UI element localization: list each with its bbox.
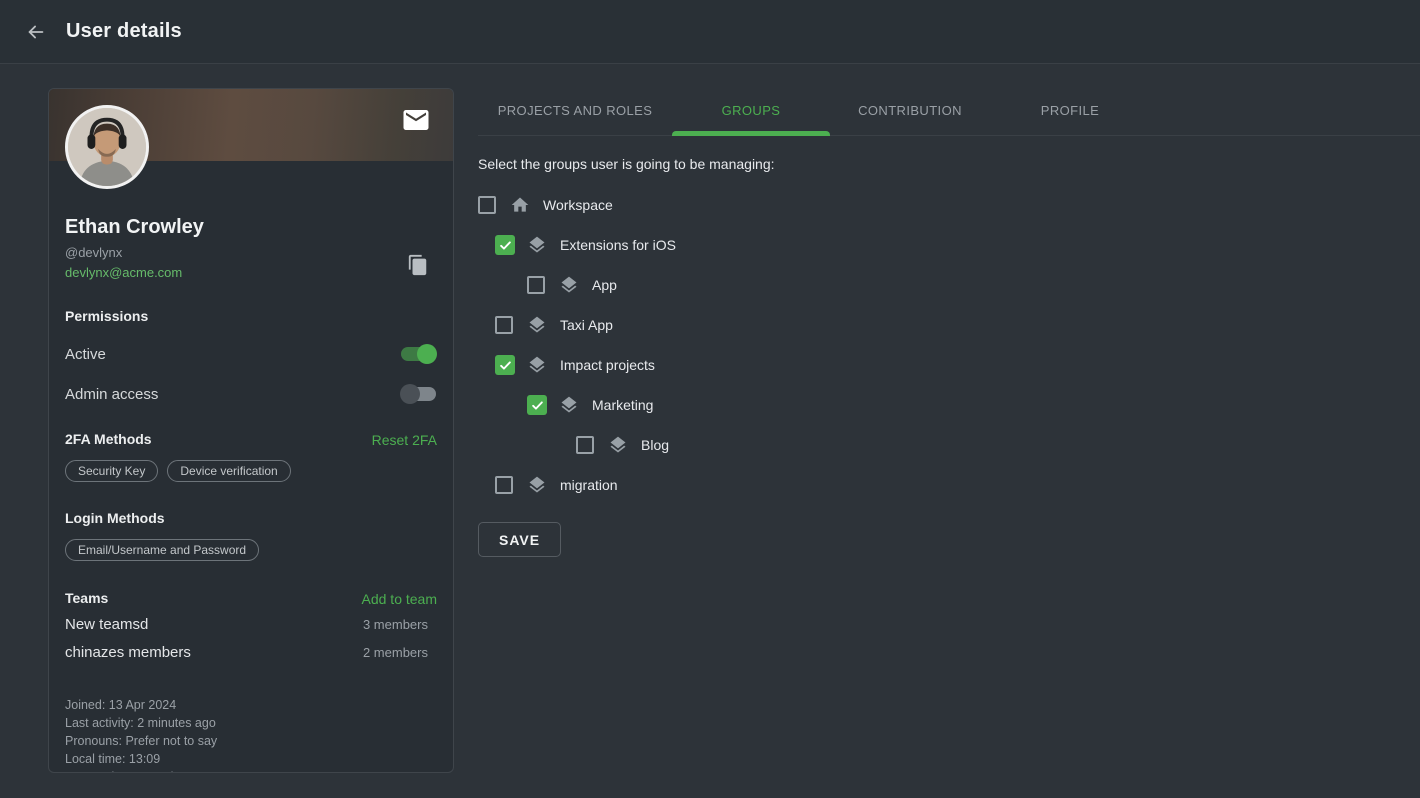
active-toggle[interactable] [400, 344, 437, 364]
tree-row-impact-projects: Impact projects [478, 345, 1420, 385]
tree-row-workspace: Workspace [478, 185, 1420, 225]
layers-icon [527, 235, 547, 255]
tree-label: Blog [641, 437, 669, 453]
team-row: chinazes members 2 members [65, 642, 437, 663]
login-method-chips: Email/Username and Password [65, 539, 437, 561]
toggle-label: Active [65, 346, 106, 363]
layers-icon [559, 395, 579, 415]
toggle-row-active: Active [65, 343, 437, 365]
tree-label: Impact projects [560, 357, 655, 373]
home-icon [510, 195, 530, 215]
checkbox-workspace[interactable] [478, 196, 496, 214]
layers-icon [559, 275, 579, 295]
page-title: User details [66, 20, 182, 43]
meta-line: Last activity: 2 minutes ago [65, 714, 437, 732]
tree-label: Marketing [592, 397, 653, 413]
team-name: New teamsd [65, 614, 148, 635]
user-meta: Joined: 13 Apr 2024Last activity: 2 minu… [65, 696, 437, 773]
team-row: New teamsd 3 members [65, 614, 437, 635]
tree-label: App [592, 277, 617, 293]
tree-row-marketing: Marketing [478, 385, 1420, 425]
tree-row-extensions-for-ios: Extensions for iOS [478, 225, 1420, 265]
tree-row-taxi-app: Taxi App [478, 305, 1420, 345]
tab-projects-and-roles[interactable]: PROJECTS AND ROLES [478, 85, 672, 135]
permissions-title: Permissions [65, 308, 437, 325]
meta-line: Joined: 13 Apr 2024 [65, 696, 437, 714]
tab-groups[interactable]: GROUPS [672, 85, 830, 135]
checkbox-taxi-app[interactable] [495, 316, 513, 334]
tree-row-blog: Blog [478, 425, 1420, 465]
tree-label: Taxi App [560, 317, 613, 333]
layers-icon [608, 435, 628, 455]
twofa-chip-security-key: Security Key [65, 460, 158, 482]
twofa-chip-device-verification: Device verification [167, 460, 290, 482]
checkbox-extensions-for-ios[interactable] [495, 235, 515, 255]
layers-icon [527, 475, 547, 495]
toggle-label: Admin access [65, 386, 158, 403]
toggle-row-admin-access: Admin access [65, 383, 437, 405]
copy-icon[interactable] [407, 253, 429, 277]
team-members-count: 2 members [363, 645, 437, 660]
user-name: Ethan Crowley [65, 215, 437, 239]
back-arrow-icon[interactable] [24, 20, 48, 44]
send-email-icon[interactable] [401, 105, 431, 135]
login-chip-email-username-and-password: Email/Username and Password [65, 539, 259, 561]
top-bar: User details [0, 0, 1420, 64]
user-handle: @devlynx [65, 245, 437, 260]
checkbox-blog[interactable] [576, 436, 594, 454]
permissions-toggles: Active Admin access [65, 343, 437, 405]
layers-icon [527, 355, 547, 375]
profile-card: Ethan Crowley @devlynx devlynx@acme.com … [48, 88, 454, 773]
tree-row-migration: migration [478, 465, 1420, 505]
checkbox-marketing[interactable] [527, 395, 547, 415]
checkbox-migration[interactable] [495, 476, 513, 494]
main-panel: PROJECTS AND ROLESGROUPSCONTRIBUTIONPROF… [478, 85, 1420, 557]
groups-tree: Workspace Extensions for iOS App Taxi App Im… [478, 185, 1420, 505]
add-to-team-link[interactable]: Add to team [362, 591, 438, 607]
meta-line: Local time: 13:09 [65, 750, 437, 768]
team-members-count: 3 members [363, 617, 437, 632]
tree-label: Extensions for iOS [560, 237, 676, 253]
checkbox-impact-projects[interactable] [495, 355, 515, 375]
layers-icon [527, 315, 547, 335]
login-methods-title: Login Methods [65, 510, 437, 527]
tree-label: Workspace [543, 197, 613, 213]
save-button[interactable]: SAVE [478, 522, 561, 557]
twofa-chips: Security Key Device verification [65, 460, 437, 482]
tab-contribution[interactable]: CONTRIBUTION [830, 85, 990, 135]
tree-row-app: App [478, 265, 1420, 305]
teams-title: Teams [65, 590, 108, 607]
meta-line: Personal access tokens: 0 [65, 768, 437, 773]
tab-profile[interactable]: PROFILE [990, 85, 1150, 135]
team-list: New teamsd 3 members chinazes members 2 mem… [65, 614, 437, 663]
twofa-title: 2FA Methods [65, 431, 152, 448]
groups-instruction: Select the groups user is going to be ma… [478, 156, 1420, 172]
tree-label: migration [560, 477, 618, 493]
reset-2fa-link[interactable]: Reset 2FA [372, 432, 437, 448]
tab-bar: PROJECTS AND ROLESGROUPSCONTRIBUTIONPROF… [478, 85, 1420, 136]
meta-line: Pronouns: Prefer not to say [65, 732, 437, 750]
user-email[interactable]: devlynx@acme.com [65, 265, 437, 280]
admin-access-toggle[interactable] [400, 384, 437, 404]
team-name: chinazes members [65, 642, 191, 663]
checkbox-app[interactable] [527, 276, 545, 294]
